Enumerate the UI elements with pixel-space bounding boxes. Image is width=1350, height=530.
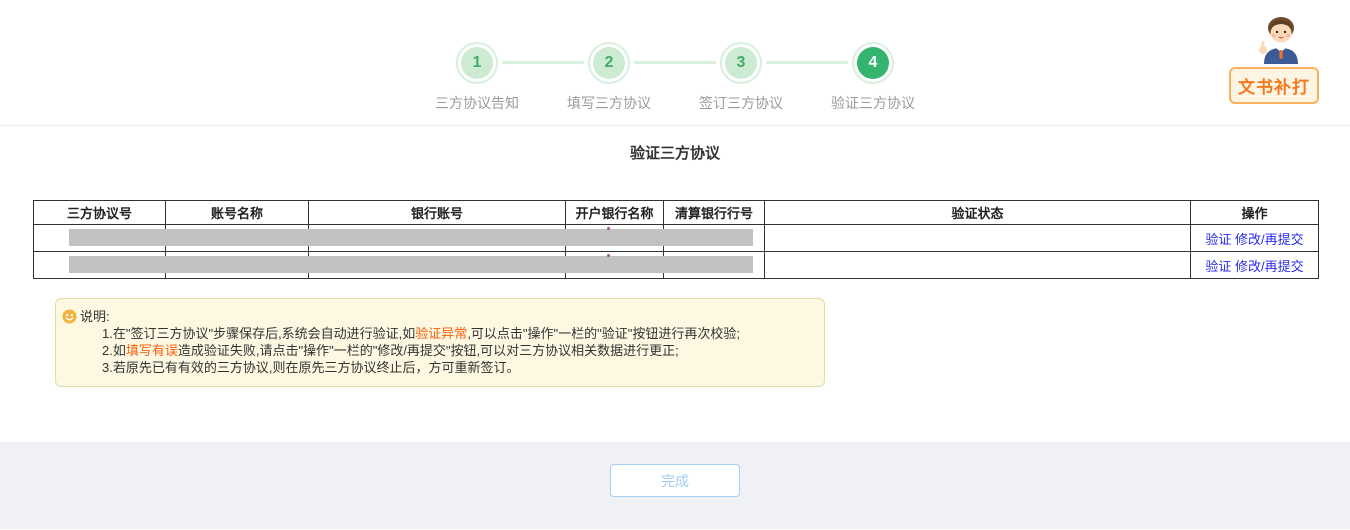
step-2-number: 2	[593, 47, 625, 79]
redaction-artifact-dot	[607, 227, 610, 230]
step-1-number: 1	[461, 47, 493, 79]
document-reprint-button[interactable]: 文书补打	[1229, 67, 1319, 104]
page-title: 验证三方协议	[629, 145, 720, 162]
step-1-circle: 1	[456, 42, 498, 84]
modify-resubmit-link[interactable]: 修改/再提交	[1235, 259, 1304, 274]
instructions-note: 说明: 1.在"签订三方协议"步骤保存后,系统会自动进行验证,如验证异常,可以点…	[55, 298, 825, 387]
col-header-clearing-bank-no: 清算银行行号	[663, 200, 765, 225]
modify-resubmit-link[interactable]: 修改/再提交	[1235, 232, 1304, 247]
redaction-bar	[69, 256, 753, 273]
redaction-bar	[69, 229, 753, 246]
step-1: 1 三方协议告知	[411, 42, 543, 113]
col-header-account-name: 账号名称	[165, 200, 309, 225]
step-2: 2 填写三方协议	[502, 42, 675, 113]
cell-operation: 验证 修改/再提交	[1190, 224, 1319, 252]
finish-button[interactable]: 完成	[610, 464, 740, 497]
agreement-table-wrap: 三方协议号 账号名称 银行账号 开户银行名称 清算银行行号 验证状态 操作 验证…	[33, 200, 1319, 279]
document-reprint-helper: 文书补打	[1229, 12, 1322, 108]
note-line-2-text: 2.如	[102, 343, 126, 358]
smiley-icon	[62, 309, 77, 324]
step-4-current: 4 验证三方协议	[766, 42, 939, 113]
step-4-number: 4	[857, 47, 889, 79]
note-line-2-highlight: 填写有误	[125, 343, 178, 358]
step-2-label: 填写三方协议	[567, 95, 651, 111]
col-header-opening-bank: 开户银行名称	[565, 200, 664, 225]
footer-bar: 完成	[0, 442, 1350, 529]
note-line-2-rest: 造成验证失败,请点击"操作"一栏的"修改/再提交"按钮,可以对三方协议相关数据进…	[177, 343, 679, 358]
note-line-3-text: 3.若原先已有有效的三方协议,则在原先三方协议终止后，方可重新签订。	[102, 360, 520, 375]
note-line-1-text: 1.在"签订三方协议"步骤保存后,系统会自动进行验证,如	[102, 326, 416, 341]
step-1-label: 三方协议告知	[435, 95, 519, 111]
cell-operation: 验证 修改/再提交	[1190, 251, 1319, 279]
note-line-1-rest: ,可以点击"操作"一栏的"验证"按钮进行再次校验;	[467, 326, 740, 341]
note-title: 说明:	[80, 309, 110, 324]
col-header-operation: 操作	[1190, 200, 1319, 225]
step-3-circle: 3	[720, 42, 762, 84]
col-header-bank-account: 银行账号	[308, 200, 566, 225]
note-line-1: 1.在"签订三方协议"步骤保存后,系统会自动进行验证,如验证异常,可以点击"操作…	[102, 325, 812, 342]
table-header-row: 三方协议号 账号名称 银行账号 开户银行名称 清算银行行号 验证状态 操作	[33, 200, 1319, 225]
redaction-artifact-dot	[607, 254, 610, 257]
note-line-3: 3.若原先已有有效的三方协议,则在原先三方协议终止后，方可重新签订。	[102, 359, 812, 376]
step-3-label: 签订三方协议	[699, 95, 783, 111]
cell-verify-status	[764, 251, 1191, 279]
verify-link[interactable]: 验证	[1205, 232, 1231, 247]
step-3: 3 签订三方协议	[634, 42, 807, 113]
note-line-1-highlight: 验证异常	[415, 326, 468, 341]
step-4-label: 验证三方协议	[831, 95, 915, 111]
step-4-circle: 4	[852, 42, 894, 84]
stepper: 1 三方协议告知 2 填写三方协议 3 签订三方协议 4 验证三方协议	[411, 42, 939, 113]
step-3-number: 3	[725, 47, 757, 79]
verify-link[interactable]: 验证	[1205, 259, 1231, 274]
col-header-verify-status: 验证状态	[764, 200, 1191, 225]
col-header-agreement-no: 三方协议号	[33, 200, 166, 225]
main-content: 验证三方协议 三方协议号 账号名称 银行账号 开户银行名称 清算银行行号 验证状…	[0, 126, 1350, 442]
note-line-2: 2.如填写有误造成验证失败,请点击"操作"一栏的"修改/再提交"按钮,可以对三方…	[102, 342, 812, 359]
cell-verify-status	[764, 224, 1191, 252]
step-2-circle: 2	[588, 42, 630, 84]
wizard-header: 1 三方协议告知 2 填写三方协议 3 签订三方协议 4 验证三方协议 文书补打	[0, 0, 1350, 126]
